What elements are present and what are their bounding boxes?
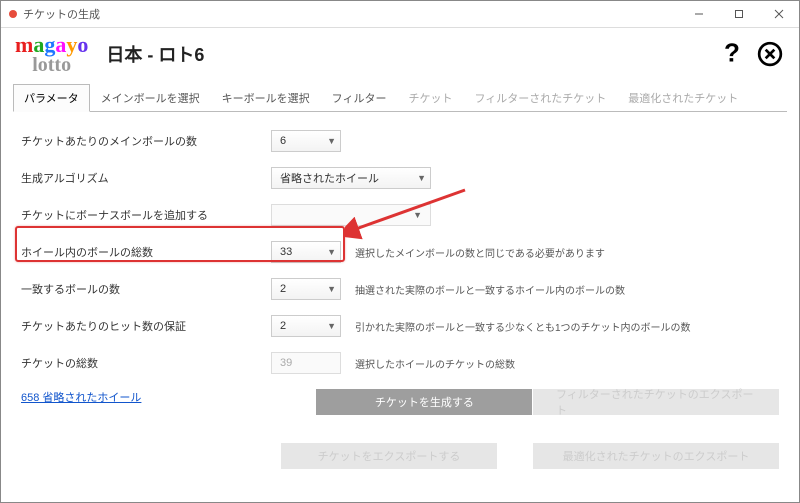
close-button[interactable] [759, 1, 799, 27]
hit-guarantee-hint: 引かれた実際のボールと一致する少なくとも1つのチケット内のボールの数 [355, 319, 691, 334]
app-window: チケットの生成 magayo lotto 日本 - ロト6 ? パラメータ メイ… [0, 0, 800, 503]
minimize-button[interactable] [679, 1, 719, 27]
header: magayo lotto 日本 - ロト6 ? [1, 28, 799, 84]
main-per-ticket-label: チケットあたりのメインボールの数 [21, 133, 271, 149]
match-count-label: 一致するボールの数 [21, 281, 271, 297]
titlebar: チケットの生成 [1, 1, 799, 28]
window-title: チケットの生成 [23, 6, 100, 22]
tab-filtered-tickets: フィルターされたチケット [463, 84, 617, 112]
wheel-link[interactable]: 658 省略されたホイール [21, 389, 141, 415]
chevron-down-icon: ▼ [413, 210, 422, 220]
hit-guarantee-label: チケットあたりのヒット数の保証 [21, 318, 271, 334]
match-count-select[interactable]: 2▼ [271, 278, 341, 300]
ticket-total-hint: 選択したホイールのチケットの総数 [355, 356, 515, 371]
tab-optimized-tickets: 最適化されたチケット [617, 84, 749, 112]
total-in-wheel-select[interactable]: 33▼ [271, 241, 341, 263]
chevron-down-icon: ▼ [327, 321, 336, 331]
match-count-hint: 抽選された実際のボールと一致するホイール内のボールの数 [355, 282, 625, 297]
maximize-button[interactable] [719, 1, 759, 27]
export-tickets-button: チケットをエクスポートする [281, 443, 497, 469]
help-button[interactable]: ? [717, 39, 747, 69]
tab-tickets: チケット [397, 84, 463, 112]
svg-text:?: ? [724, 41, 740, 67]
close-dialog-button[interactable] [755, 39, 785, 69]
tab-select-key[interactable]: キーボールを選択 [211, 84, 321, 112]
main-per-ticket-select[interactable]: 6▼ [271, 130, 341, 152]
tab-select-main[interactable]: メインボールを選択 [90, 84, 211, 112]
total-in-wheel-hint: 選択したメインボールの数と同じである必要があります [355, 245, 605, 260]
chevron-down-icon: ▼ [327, 247, 336, 257]
add-bonus-select: ▼ [271, 204, 431, 226]
ticket-total-field: 39 [271, 352, 341, 374]
hit-guarantee-select[interactable]: 2▼ [271, 315, 341, 337]
ticket-total-label: チケットの総数 [21, 355, 271, 371]
titlebar-icon [9, 10, 17, 18]
tabs: パラメータ メインボールを選択 キーボールを選択 フィルター チケット フィルタ… [13, 84, 787, 112]
tab-filter[interactable]: フィルター [321, 84, 398, 112]
parameters-panel: チケットあたりのメインボールの数 6▼ 生成アルゴリズム 省略されたホイール▼ … [1, 112, 799, 479]
algorithm-select[interactable]: 省略されたホイール▼ [271, 167, 431, 189]
chevron-down-icon: ▼ [327, 136, 336, 146]
logo: magayo lotto [15, 34, 88, 74]
chevron-down-icon: ▼ [327, 284, 336, 294]
add-bonus-label: チケットにボーナスボールを追加する [21, 207, 271, 223]
total-in-wheel-label: ホイール内のボールの総数 [21, 244, 271, 260]
export-optimized-button: 最適化されたチケットのエクスポート [533, 443, 779, 469]
page-title: 日本 - ロト6 [106, 41, 204, 67]
tab-parameters[interactable]: パラメータ [13, 84, 90, 112]
generate-tickets-button[interactable]: チケットを生成する [316, 389, 532, 415]
export-filtered-button: フィルターされたチケットのエクスポート [533, 389, 779, 415]
chevron-down-icon: ▼ [417, 173, 426, 183]
algorithm-label: 生成アルゴリズム [21, 170, 271, 186]
